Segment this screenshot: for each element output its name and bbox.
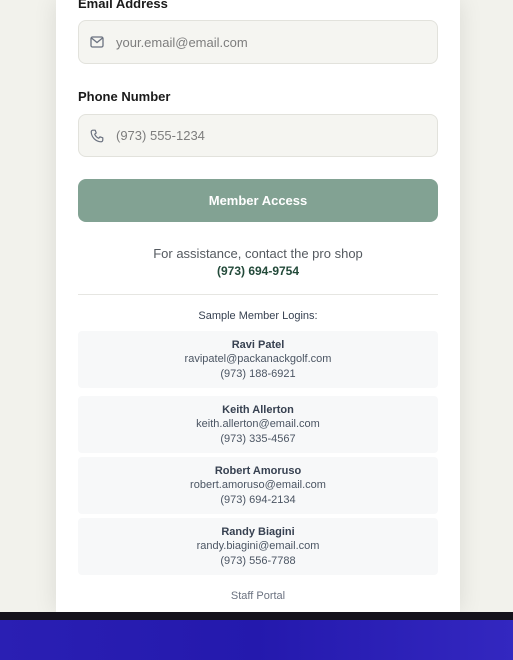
sample-member-card[interactable]: Randy Biagini randy.biagini@email.com (9… xyxy=(78,518,438,575)
member-name: Randy Biagini xyxy=(221,526,295,538)
phone-input[interactable] xyxy=(116,128,416,143)
phone-label: Phone Number xyxy=(78,89,171,104)
envelope-icon xyxy=(90,35,104,49)
member-email: ravipatel@packanackgolf.com xyxy=(184,353,332,365)
bottom-border xyxy=(0,612,513,620)
member-phone: (973) 335-4567 xyxy=(220,432,296,445)
email-label: Email Address xyxy=(78,0,168,11)
sample-member-card[interactable]: Robert Amoruso robert.amoruso@email.com … xyxy=(78,457,438,514)
divider xyxy=(78,294,438,295)
sample-logins-title: Sample Member Logins: xyxy=(198,310,318,322)
email-input[interactable] xyxy=(116,34,416,50)
member-phone: (973) 188-6921 xyxy=(220,367,296,380)
phone-icon xyxy=(90,129,104,143)
member-access-button[interactable]: Member Access xyxy=(78,179,438,222)
member-email: keith.allerton@email.com xyxy=(196,418,320,430)
member-name: Robert Amoruso xyxy=(214,465,302,477)
assistance-text: For assistance, contact the pro shop xyxy=(153,246,363,261)
bottom-bar xyxy=(0,620,513,660)
sample-member-card[interactable]: Ravi Patel ravipatel@packanackgolf.com (… xyxy=(78,331,438,388)
email-field-wrapper[interactable] xyxy=(78,20,438,64)
staff-portal-link[interactable]: Staff Portal xyxy=(78,590,438,602)
pro-shop-phone: (973) 694-9754 xyxy=(216,264,300,278)
member-name: Ravi Patel xyxy=(231,339,285,351)
sample-member-card[interactable]: Keith Allerton keith.allerton@email.com … xyxy=(78,396,438,453)
member-phone: (973) 556-7788 xyxy=(220,554,296,567)
member-email: randy.biagini@email.com xyxy=(196,540,320,552)
phone-field-wrapper[interactable] xyxy=(78,114,438,157)
member-email: robert.amoruso@email.com xyxy=(190,479,326,491)
member-phone: (973) 694-2134 xyxy=(220,493,296,506)
member-name: Keith Allerton xyxy=(222,404,294,416)
